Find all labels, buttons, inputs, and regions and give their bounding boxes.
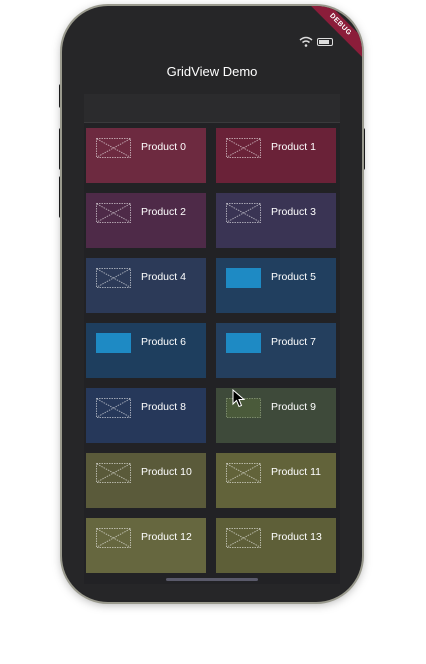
status-bar: [299, 36, 339, 50]
product-label: Product 5: [271, 271, 316, 283]
product-label: Product 10: [141, 466, 192, 478]
product-label: Product 1: [271, 141, 316, 153]
product-image-icon: [96, 138, 131, 158]
product-label: Product 13: [271, 531, 322, 543]
product-image-icon: [226, 463, 261, 483]
product-image-icon: [226, 333, 261, 353]
product-tile[interactable]: Product 1: [216, 128, 336, 183]
product-image-icon: [96, 528, 131, 548]
product-image-icon: [226, 203, 261, 223]
phone-frame: DEBUG GridView Demo Product 0 Product 1 Pr…: [62, 6, 362, 602]
product-label: Product 11: [271, 466, 322, 478]
product-grid: Product 0 Product 1 Product 2 Product 3 Prod…: [86, 128, 338, 573]
product-tile[interactable]: Product 6: [86, 323, 206, 378]
app-bar-title: GridView Demo: [166, 64, 258, 79]
product-image-icon: [96, 333, 131, 353]
product-label: Product 4: [141, 271, 186, 283]
product-label: Product 3: [271, 206, 316, 218]
product-label: Product 9: [271, 401, 316, 413]
product-label: Product 12: [141, 531, 192, 543]
wifi-icon: [299, 36, 313, 47]
mouse-cursor-icon: [232, 389, 246, 408]
product-tile[interactable]: Product 4: [86, 258, 206, 313]
product-label: Product 7: [271, 336, 316, 348]
grid-scroll-area[interactable]: Product 0 Product 1 Product 2 Product 3 Prod…: [84, 94, 340, 584]
product-tile[interactable]: Product 11: [216, 453, 336, 508]
product-tile[interactable]: Product 5: [216, 258, 336, 313]
product-image-icon: [226, 138, 261, 158]
product-tile[interactable]: Product 10: [86, 453, 206, 508]
product-tile[interactable]: Product 8: [86, 388, 206, 443]
product-label: Product 0: [141, 141, 186, 153]
product-image-icon: [96, 398, 131, 418]
grid-header-strip: [84, 94, 340, 123]
product-tile[interactable]: Product 13: [216, 518, 336, 573]
product-tile[interactable]: Product 7: [216, 323, 336, 378]
battery-icon: [317, 38, 333, 46]
product-image-icon: [226, 528, 261, 548]
product-label: Product 8: [141, 401, 186, 413]
product-tile[interactable]: Product 2: [86, 193, 206, 248]
product-image-icon: [226, 268, 261, 288]
product-image-icon: [96, 203, 131, 223]
product-image-icon: [96, 463, 131, 483]
product-tile[interactable]: Product 3: [216, 193, 336, 248]
debug-banner: DEBUG: [306, 6, 362, 59]
product-label: Product 2: [141, 206, 186, 218]
product-tile[interactable]: Product 12: [86, 518, 206, 573]
product-label: Product 6: [141, 336, 186, 348]
product-image-icon: [96, 268, 131, 288]
product-tile[interactable]: Product 0: [86, 128, 206, 183]
home-indicator: [166, 578, 258, 581]
